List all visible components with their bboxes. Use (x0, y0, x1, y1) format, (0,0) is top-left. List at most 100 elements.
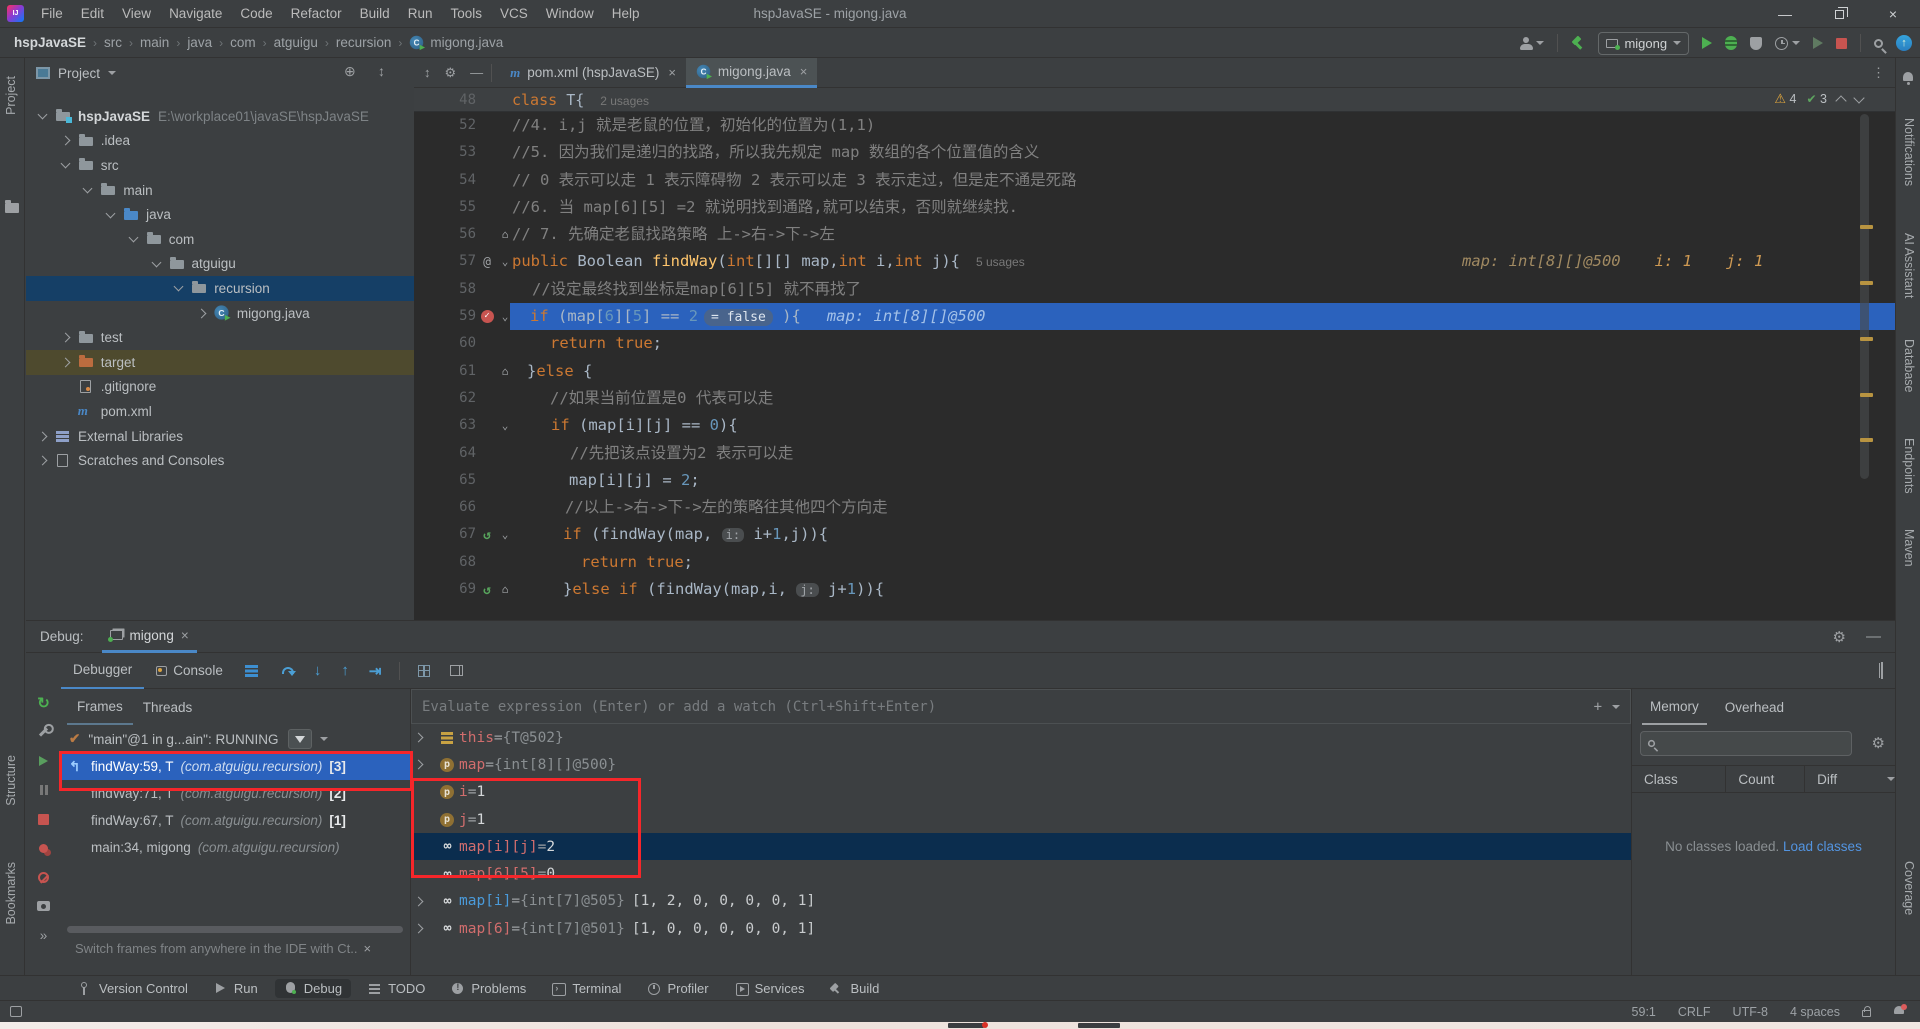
code-line-54[interactable]: 54 // 0 表示可以走 1 表示障碍物 2 表示可以走 3 表示走过，但是走不… (414, 167, 1895, 194)
tree-item-external-libraries[interactable]: External Libraries (26, 424, 414, 449)
menu-item-tools[interactable]: Tools (441, 0, 491, 27)
frames-tab-threads[interactable]: Threads (133, 689, 203, 725)
breadcrumb-item[interactable]: java (187, 35, 212, 50)
tree-chevron-icon[interactable] (151, 257, 161, 268)
search-everywhere-button[interactable] (1874, 38, 1883, 48)
window-layout-icon[interactable] (10, 1006, 22, 1017)
code-line-55[interactable]: 55 //6. 当 map[6][5] =2 就说明找到通路,就可以结束，否则就继… (414, 194, 1895, 221)
frames-tab-frames[interactable]: Frames (67, 689, 133, 725)
breadcrumb-item[interactable]: main (140, 35, 169, 50)
editor-scrollbar[interactable] (1860, 114, 1869, 479)
frame-row[interactable]: findWay:67, T (com.atguigu.recursion) [1] (61, 807, 410, 834)
bottom-tool-run[interactable]: Run (205, 979, 267, 998)
code-line-52[interactable]: 52 //4. i,j 就是老鼠的位置，初始化的位置为(1,1) (414, 112, 1895, 139)
build-project-button[interactable] (1571, 36, 1585, 50)
memory-column-count[interactable]: Count (1726, 772, 1804, 787)
run-to-cursor-button[interactable]: ⇥ (369, 662, 382, 680)
tree-item-test[interactable]: test (26, 325, 414, 350)
variable-row[interactable]: ∞ map[i] = {int[7]@505} [1, 2, 0, 0, 0, 0,… (411, 888, 1631, 915)
view-as-table-button[interactable] (418, 664, 431, 677)
line-number[interactable]: 67 (414, 521, 476, 548)
bottom-tool-problems[interactable]: Problems (442, 979, 535, 998)
fold-marker-icon[interactable]: ⌂ (498, 576, 512, 603)
editor-tab-pom-xml[interactable]: m pom.xml (hspJavaSE) × (500, 58, 686, 88)
menu-item-view[interactable]: View (113, 0, 160, 27)
menu-item-window[interactable]: Window (537, 0, 603, 27)
tool-button-coverage[interactable]: Coverage (1902, 861, 1916, 915)
chevron-down-icon[interactable] (320, 737, 329, 741)
warning-stripe-mark[interactable] (1860, 281, 1873, 285)
code-line-67[interactable]: 67 ↺ ⌄ if (findWay(map, i: i+1,j)){ (414, 521, 1895, 548)
hide-debug-panel-button[interactable]: — (1866, 628, 1881, 646)
chevron-down-icon[interactable] (1612, 704, 1620, 709)
close-button[interactable]: × (1866, 0, 1920, 28)
stop-button[interactable] (1836, 37, 1847, 49)
code-line-68[interactable]: 68 return true; (414, 549, 1895, 576)
thread-dump-button[interactable] (36, 898, 52, 914)
code-line-65[interactable]: 65 map[i][j] = 2; (414, 467, 1895, 494)
status-indent-setting[interactable]: 4 spaces (1790, 1005, 1840, 1019)
tree-chevron-icon[interactable] (37, 455, 48, 466)
tool-button-database[interactable]: Database (1902, 339, 1916, 393)
line-number[interactable]: 62 (414, 385, 476, 412)
debugger-menu-icon[interactable] (244, 665, 258, 668)
bottom-tool-build[interactable]: Build (821, 979, 888, 998)
line-number[interactable]: 53 (414, 139, 476, 166)
more-actions-button[interactable]: » (36, 927, 52, 943)
memory-tab-memory[interactable]: Memory (1642, 689, 1707, 725)
close-icon[interactable]: × (800, 64, 808, 79)
breadcrumb-item[interactable]: atguigu (274, 35, 318, 50)
menu-item-help[interactable]: Help (603, 0, 649, 27)
view-breakpoints-button[interactable] (36, 840, 52, 856)
tool-button-notifications[interactable]: Notifications (1902, 118, 1916, 186)
tool-button-endpoints[interactable]: Endpoints (1902, 438, 1916, 494)
tool-button-ai-assistant[interactable]: AI Assistant (1902, 233, 1916, 298)
variable-row[interactable]: ∞ map[i][j] = 2 (411, 833, 1631, 861)
debug-session-tab[interactable]: migong × (101, 621, 197, 653)
locate-file-button[interactable]: ⊕ (344, 63, 356, 80)
line-number[interactable]: 63 (414, 412, 476, 439)
pause-button[interactable] (36, 782, 52, 798)
code-line-56[interactable]: 56 ⌂// 7. 先确定老鼠找路策略 上->右->下->左 (414, 221, 1895, 248)
tree-chevron-icon[interactable] (105, 208, 116, 219)
tree-chevron-icon[interactable] (60, 332, 71, 343)
rerun-button[interactable]: ↻ (36, 695, 52, 712)
code-line-63[interactable]: 63 ⌄ if (map[i][j] == 0){ (414, 412, 1895, 439)
step-out-button[interactable]: ↑ (341, 662, 349, 679)
status-file-encoding[interactable]: UTF-8 (1733, 1005, 1768, 1019)
code-line-53[interactable]: 53 //5. 因为我们是递归的找路，所以我先规定 map 数组的各个位置值的含义 (414, 139, 1895, 166)
notifications-bell-icon[interactable] (1902, 72, 1914, 85)
line-number[interactable]: 55 (414, 194, 476, 221)
profiler-button[interactable] (1775, 35, 1800, 51)
breadcrumb-item[interactable]: com (230, 35, 256, 50)
bottom-tool-terminal[interactable]: Terminal (543, 979, 630, 998)
tree-chevron-icon[interactable] (411, 923, 435, 934)
tree-item-pom-xml[interactable]: m pom.xml (26, 399, 414, 424)
fold-marker-icon[interactable]: ⌄ (498, 248, 512, 275)
code-line-69[interactable]: 69 ↺ ⌂}else if (findWay(map,i, j: j+1)){ (414, 576, 1895, 603)
tree-chevron-icon[interactable] (173, 282, 184, 292)
line-number[interactable]: 58 (414, 276, 476, 303)
update-notification-button[interactable]: ↑ (1896, 35, 1912, 51)
editor-options-icon[interactable]: ⋮ (1872, 65, 1885, 81)
thread-selector[interactable]: ✔ "main"@1 in g...ain": RUNNING (61, 725, 410, 753)
tree-item-main[interactable]: main (26, 178, 414, 203)
tool-button-maven[interactable]: Maven (1902, 529, 1916, 567)
gear-icon[interactable]: ⚙ (445, 65, 457, 81)
tree-item-atguigu[interactable]: atguigu (26, 252, 414, 277)
menu-item-code[interactable]: Code (231, 0, 281, 27)
warning-stripe-mark[interactable] (1860, 337, 1873, 341)
frame-row[interactable]: main:34, migong (com.atguigu.recursion) (61, 834, 410, 861)
memory-tab-overhead[interactable]: Overhead (1717, 689, 1792, 725)
line-number[interactable]: 68 (414, 549, 476, 576)
line-number[interactable]: 52 (414, 112, 476, 139)
code-line-60[interactable]: 60 return true; (414, 330, 1895, 357)
code-line-62[interactable]: 62 //如果当前位置是0 代表可以走 (414, 385, 1895, 412)
fold-marker-icon[interactable]: ⌄ (498, 521, 512, 548)
code-line-61[interactable]: 61 ⌂}else { (414, 358, 1895, 385)
status-line-ending[interactable]: CRLF (1678, 1005, 1711, 1019)
memory-search-input[interactable] (1640, 731, 1852, 756)
code-area[interactable]: 52//4. i,j 就是老鼠的位置，初始化的位置为(1,1) 53//5. 因为… (414, 112, 1895, 603)
frame-row[interactable]: ↰ findWay:59, T (com.atguigu.recursion) [3] (61, 753, 410, 780)
tree-chevron-icon[interactable] (196, 308, 207, 318)
